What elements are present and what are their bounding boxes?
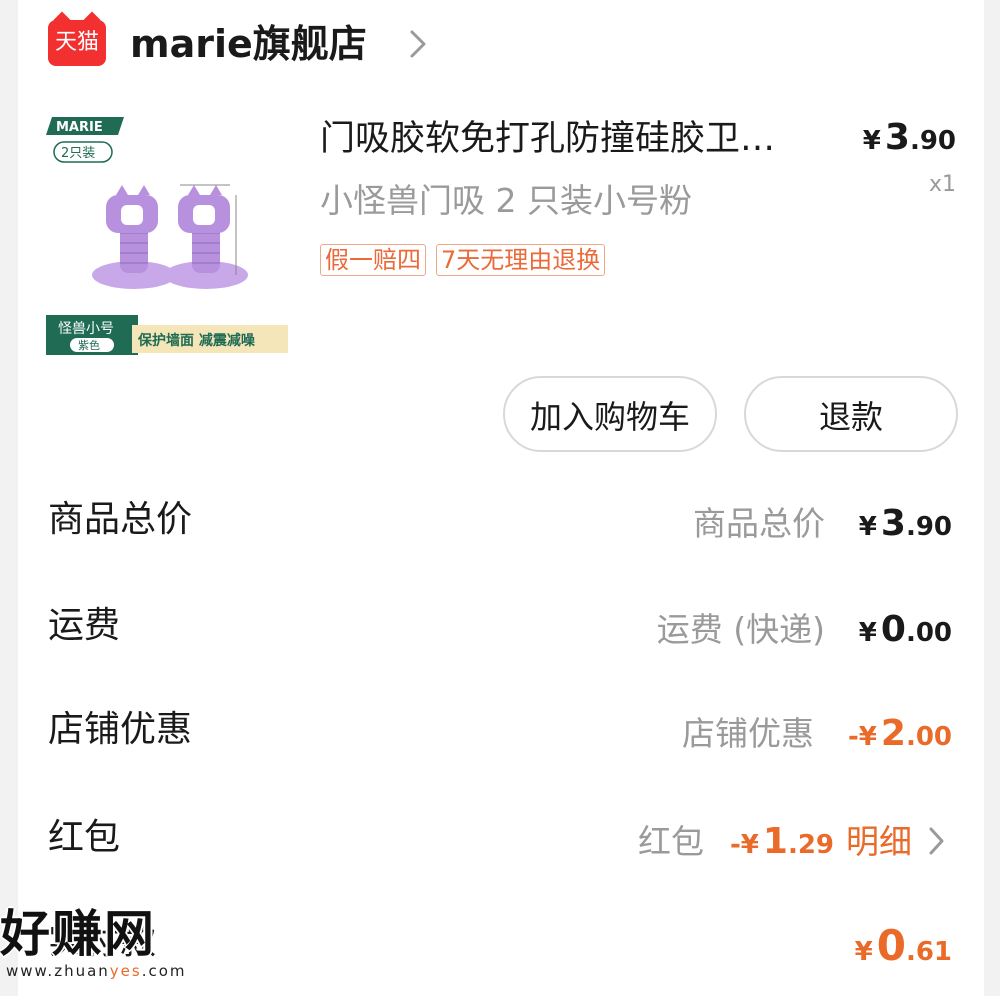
product-price: ¥3.90 [863,114,956,165]
price-dec: .90 [909,126,956,156]
goods-total-sub: 商品总价 [693,504,825,543]
color-text: 紫色 [78,338,100,352]
watermark-site-name: 好赚网 [0,905,156,963]
watermark-url-suffix: .com [141,962,187,980]
watermark-url-highlight: yes [109,962,142,980]
red-packet-detail-link[interactable]: 明细 [846,814,912,870]
shipping-label: 运费 [48,605,121,646]
red-packet-label: 红包 [48,817,121,858]
product-spec: 小怪兽门吸 2 只装小号粉 [320,181,692,220]
shop-name-link[interactable]: marie旗舰店 [130,18,367,70]
tmall-logo-icon: 天猫 [48,11,106,66]
product-image[interactable]: MARIE 2只装 怪兽小号 紫色 保护墙面 减震减噪 [46,115,291,360]
model-text: 怪兽小号 [58,321,114,337]
add-to-cart-button[interactable]: 加入购物车 [503,376,717,452]
red-packet-sub: 红包 [638,822,704,861]
service-tags: 假一赔四 7天无理由退换 [320,244,606,276]
slogan-text: 保护墙面 减震减噪 [137,332,256,349]
tag-fake-compensation: 假一赔四 [320,244,426,276]
brand-text: MARIE [56,120,103,135]
product-quantity: x1 [928,172,956,197]
shop-discount-sub: 店铺优惠 [682,714,814,753]
goods-total-row: 商品总价 商品总价 ¥3.90 [0,486,1000,556]
shop-discount-row: 店铺优惠 店铺优惠 -¥ 2.00 [0,696,1000,766]
red-packet-amount: -¥ 1.29 [729,821,834,862]
watermark-url-prefix: www.zhuan [6,962,110,980]
price-currency: ¥ [862,126,881,156]
pack-text: 2只装 [61,146,95,161]
goods-total-amount: ¥3.90 [858,503,952,544]
price-int: 3 [884,117,910,158]
tag-7day-return: 7天无理由退换 [436,244,606,276]
chevron-right-icon[interactable] [926,826,946,856]
shop-discount-amount: -¥ 2.00 [847,713,952,754]
refund-button[interactable]: 退款 [744,376,958,452]
paid-amount: ¥0.61 [854,921,952,970]
red-packet-row[interactable]: 红包 红包 -¥ 1.29 明细 [0,804,1000,874]
shipping-amount: ¥0.00 [858,609,952,650]
tmall-logo-text: 天猫 [54,30,99,55]
shipping-row: 运费 运费 (快递) ¥0.00 [0,592,1000,662]
goods-total-label: 商品总价 [48,499,193,540]
shop-discount-label: 店铺优惠 [48,709,193,750]
chevron-right-icon[interactable] [404,28,432,60]
watermark-url: www.zhuanyes.com [6,962,187,980]
product-title[interactable]: 门吸胶软免打孔防撞硅胶卫… [320,112,830,166]
shipping-sub: 运费 (快递) [656,610,825,649]
